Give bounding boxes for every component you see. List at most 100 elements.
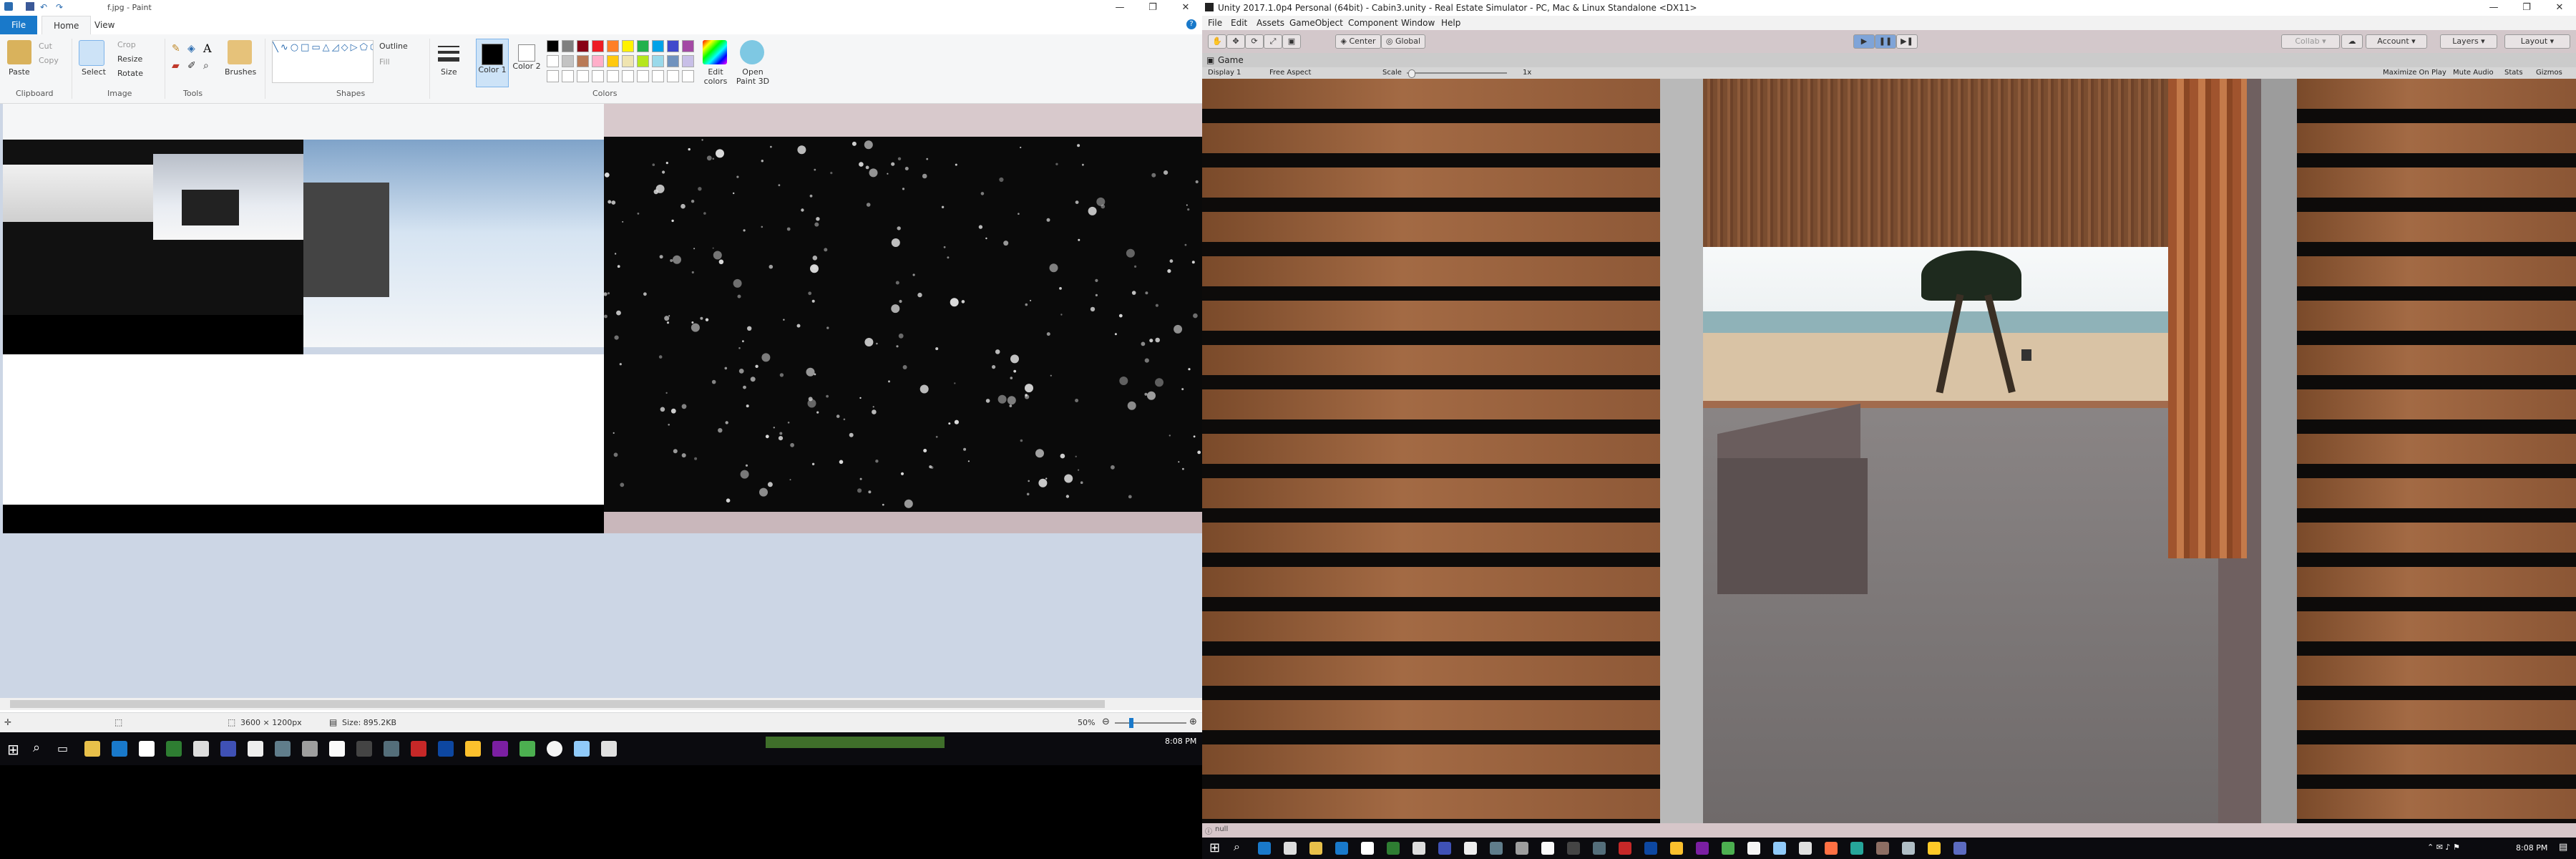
app-icon[interactable]: [1490, 842, 1503, 855]
app-icon[interactable]: [601, 741, 617, 757]
taskbar-clock[interactable]: 8:08 PM: [2516, 843, 2547, 853]
chrome-icon[interactable]: [166, 741, 182, 757]
rotate-tool-icon[interactable]: ⟳: [1245, 34, 1264, 49]
palette-swatch[interactable]: [547, 40, 559, 52]
palette-swatch[interactable]: [607, 55, 619, 67]
palette-swatch-empty[interactable]: [547, 70, 559, 82]
palette-swatch[interactable]: [637, 55, 649, 67]
minimize-button[interactable]: —: [1103, 0, 1136, 16]
eraser-icon[interactable]: ▰: [172, 60, 180, 72]
hand-tool-icon[interactable]: ✋: [1208, 34, 1226, 49]
app-icon[interactable]: [1799, 842, 1812, 855]
app-icon[interactable]: [1413, 842, 1425, 855]
horizontal-scrollbar[interactable]: [0, 698, 1202, 710]
app-icon[interactable]: [1258, 842, 1271, 855]
canvas-area[interactable]: [0, 104, 1202, 698]
palette-swatch[interactable]: [667, 40, 679, 52]
help-icon[interactable]: ?: [1186, 19, 1196, 29]
palette-swatch[interactable]: [622, 55, 634, 67]
app-icon[interactable]: [492, 741, 508, 757]
app-icon[interactable]: [1696, 842, 1709, 855]
store-icon[interactable]: [139, 741, 155, 757]
notifications-icon[interactable]: ▤: [2559, 842, 2567, 853]
shapes-gallery[interactable]: ╲∿○□▭△◿◇▷⬠⬡☆✦✧♡◯⬭✚⇨⇦⇧⇩: [272, 40, 374, 83]
task-view-icon[interactable]: ▭: [57, 742, 68, 755]
app-icon[interactable]: [1361, 842, 1374, 855]
canvas-image[interactable]: [3, 104, 1202, 533]
app-icon[interactable]: [1850, 842, 1863, 855]
app-icon[interactable]: [1670, 842, 1683, 855]
palette-swatch[interactable]: [607, 40, 619, 52]
search-icon[interactable]: ⌕: [1234, 840, 1240, 854]
scrollbar-thumb[interactable]: [10, 700, 1105, 708]
menu-gameobject[interactable]: GameObject: [1289, 18, 1343, 28]
tray-icons[interactable]: ⌃ ✉ ♪ ⚑: [2427, 843, 2460, 852]
palette-swatch[interactable]: [562, 55, 574, 67]
app-icon[interactable]: [1953, 842, 1966, 855]
app-icon[interactable]: [1722, 842, 1735, 855]
mail-icon[interactable]: [329, 741, 345, 757]
zoom-out-icon[interactable]: ⊖: [1102, 717, 1110, 727]
mute-audio-toggle[interactable]: Mute Audio: [2453, 69, 2494, 77]
app-icon[interactable]: [1516, 842, 1528, 855]
outline-button[interactable]: Outline: [379, 42, 408, 51]
fill-button[interactable]: Fill: [379, 57, 390, 67]
edge-icon[interactable]: [112, 741, 127, 757]
game-tab[interactable]: Game: [1218, 55, 1244, 65]
palette-swatch[interactable]: [622, 40, 634, 52]
move-tool-icon[interactable]: ✥: [1226, 34, 1245, 49]
app-icon[interactable]: [519, 741, 535, 757]
paste-icon[interactable]: [7, 40, 31, 64]
palette-swatch[interactable]: [652, 40, 664, 52]
app-icon[interactable]: [1928, 842, 1941, 855]
undo-icon[interactable]: ↶: [40, 2, 49, 12]
palette-swatch-empty[interactable]: [622, 70, 634, 82]
magnifier-icon[interactable]: ⌕: [203, 60, 209, 72]
zoom-slider-thumb[interactable]: [1129, 718, 1133, 728]
paint3d-icon[interactable]: [740, 40, 764, 64]
app-icon[interactable]: [1567, 842, 1580, 855]
pivot-center-button[interactable]: ◈ Center: [1335, 34, 1381, 49]
menu-file[interactable]: File: [1208, 18, 1222, 28]
save-icon[interactable]: [26, 2, 34, 11]
maximize-button[interactable]: ❐: [2510, 0, 2543, 16]
palette-swatch[interactable]: [592, 40, 604, 52]
zoom-in-icon[interactable]: ⊕: [1189, 717, 1197, 727]
app-icon[interactable]: [547, 741, 562, 757]
gizmos-dropdown[interactable]: Gizmos: [2536, 69, 2562, 77]
app-icon[interactable]: [248, 741, 263, 757]
palette-swatch[interactable]: [682, 40, 694, 52]
app-icon[interactable]: [1619, 842, 1631, 855]
scale-slider[interactable]: [1407, 72, 1507, 74]
color2-button[interactable]: Color 2: [512, 39, 541, 86]
edit-colors-icon[interactable]: [703, 40, 727, 64]
zoom-slider[interactable]: [1115, 722, 1186, 724]
palette-swatch[interactable]: [547, 55, 559, 67]
fill-icon[interactable]: ◈: [187, 43, 195, 54]
pause-button[interactable]: ❚❚: [1875, 34, 1896, 49]
palette-swatch[interactable]: [652, 55, 664, 67]
app-icon[interactable]: [275, 741, 291, 757]
app-icon[interactable]: [1876, 842, 1889, 855]
step-button[interactable]: ▶❚: [1896, 34, 1918, 49]
text-icon[interactable]: A: [203, 42, 212, 55]
app-icon[interactable]: [1284, 842, 1297, 855]
minimize-button[interactable]: —: [2477, 0, 2510, 16]
display-dropdown[interactable]: Display 1: [1208, 69, 1241, 77]
app-icon[interactable]: [1825, 842, 1838, 855]
taskbar-clock[interactable]: 8:08 PM: [1165, 737, 1196, 746]
app-icon[interactable]: [220, 741, 236, 757]
menu-help[interactable]: Help: [1441, 18, 1460, 28]
windows-start-icon[interactable]: ⊞: [7, 741, 19, 758]
crop-button[interactable]: Crop: [117, 40, 136, 49]
palette-swatch-empty[interactable]: [562, 70, 574, 82]
windows-start-icon[interactable]: ⊞: [1209, 840, 1220, 855]
app-icon[interactable]: [1593, 842, 1606, 855]
menu-window[interactable]: Window: [1401, 18, 1435, 28]
layers-dropdown[interactable]: Layers ▾: [2440, 34, 2497, 49]
file-explorer-icon[interactable]: [84, 741, 100, 757]
palette-swatch[interactable]: [577, 55, 589, 67]
tab-view[interactable]: View: [83, 16, 126, 34]
play-button[interactable]: ▶: [1853, 34, 1875, 49]
aspect-dropdown[interactable]: Free Aspect: [1269, 69, 1311, 77]
